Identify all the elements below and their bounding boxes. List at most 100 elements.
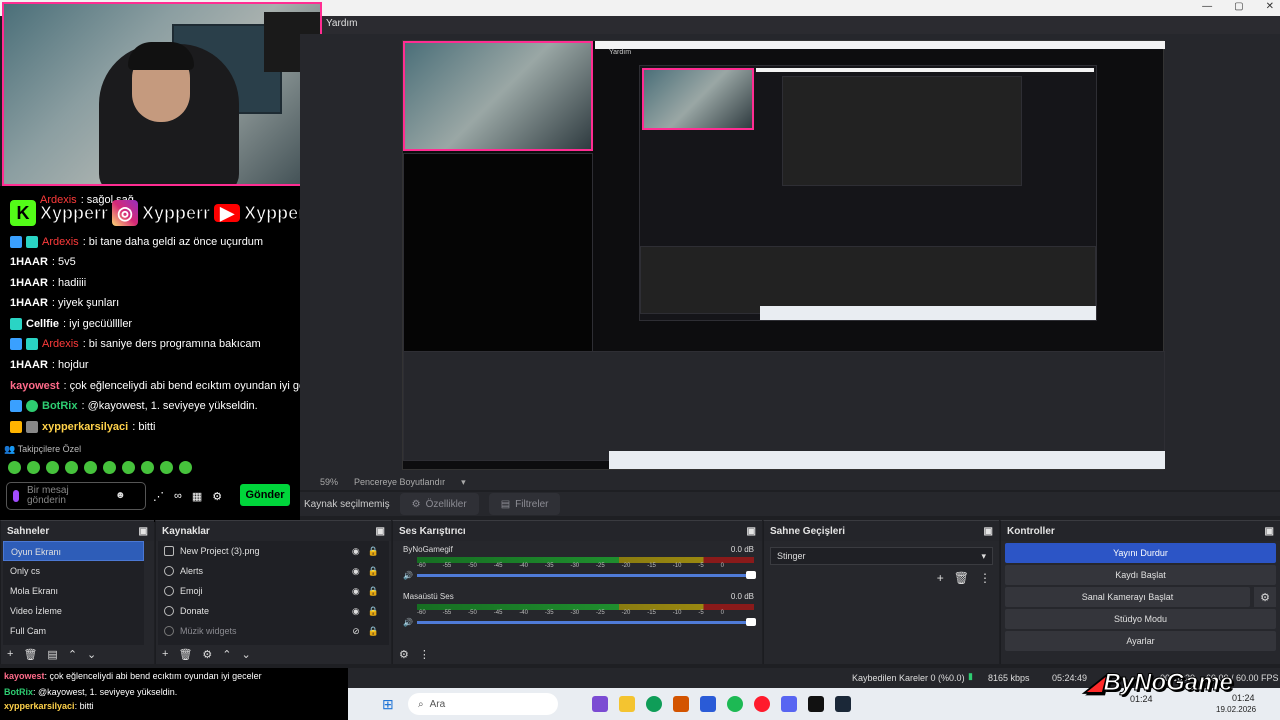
emote-icon[interactable]	[103, 461, 116, 474]
scene-item[interactable]: Only cs	[3, 561, 144, 581]
eye-icon[interactable]: ◉	[352, 586, 360, 597]
discord-icon[interactable]	[781, 696, 797, 712]
add-icon[interactable]: +	[162, 648, 168, 660]
source-item[interactable]: Alerts ◉ 🔒	[158, 561, 389, 581]
chevron-up-icon[interactable]: ⌃	[68, 648, 77, 661]
slider-handle[interactable]	[746, 618, 756, 626]
emote-icon[interactable]	[179, 461, 192, 474]
followers-only-label: 👥 Takipçilere Özel	[4, 444, 82, 454]
gear-icon[interactable]: ⚙	[212, 490, 222, 503]
minimize-button[interactable]: —	[1202, 1, 1212, 12]
spotify-icon[interactable]	[727, 696, 743, 712]
dock-menu-icon[interactable]: ▣	[1265, 526, 1274, 537]
more-icon[interactable]: ⋮	[419, 648, 430, 661]
gear-icon[interactable]: ⚙	[202, 648, 212, 661]
scene-item[interactable]: Full Cam	[3, 621, 144, 641]
gear-icon[interactable]: ⚙	[1254, 587, 1276, 607]
maximize-button[interactable]: ▢	[1234, 1, 1243, 12]
scene-item[interactable]: Mola Ekranı	[3, 581, 144, 601]
edge-icon[interactable]	[646, 696, 662, 712]
emoji-icon[interactable]: ☻	[115, 491, 126, 501]
emote-icon[interactable]	[46, 461, 59, 474]
store-icon[interactable]	[700, 696, 716, 712]
properties-button[interactable]: ⚙ Özellikler	[399, 493, 479, 515]
chat-user: 1HAAR	[10, 359, 48, 371]
emote-icon[interactable]	[160, 461, 173, 474]
capcut-icon[interactable]	[808, 696, 824, 712]
lock-icon[interactable]: 🔒	[368, 546, 379, 557]
lock-icon[interactable]: 🔒	[368, 586, 379, 597]
volume-slider[interactable]	[416, 618, 756, 626]
opera-icon[interactable]	[754, 696, 770, 712]
slider-handle[interactable]	[746, 571, 756, 579]
studio-mode-button[interactable]: Stüdyo Modu	[1005, 609, 1276, 629]
start-virtual-camera-button[interactable]: Sanal Kamerayı Başlat	[1005, 587, 1250, 607]
more-icon[interactable]: ⋮	[979, 571, 991, 585]
emote-icon[interactable]	[65, 461, 78, 474]
source-item[interactable]: Emoji ◉ 🔒	[158, 581, 389, 601]
start-record-button[interactable]: Kaydı Başlat	[1005, 565, 1276, 585]
share-icon[interactable]: ⋰	[153, 490, 164, 503]
chat-input[interactable]: Bir mesaj gönderin ☻	[6, 482, 146, 510]
store-icon[interactable]: ▦	[192, 490, 202, 503]
chevron-down-icon[interactable]: ⌄	[242, 648, 251, 661]
close-button[interactable]: ✕	[1266, 1, 1274, 12]
dock-menu-icon[interactable]: ▣	[747, 526, 756, 537]
steam-icon[interactable]	[835, 696, 851, 712]
filter-icon[interactable]: ▤	[47, 648, 57, 661]
folder-icon[interactable]	[619, 696, 635, 712]
gear-icon[interactable]: ⚙	[399, 648, 409, 661]
taskbar-search[interactable]: ⌕ Ara	[408, 693, 558, 715]
menubar: Yardım	[320, 16, 1280, 34]
source-item[interactable]: New Project (3).png ◉ 🔒	[158, 541, 389, 561]
dock-menu-icon[interactable]: ▣	[984, 526, 993, 537]
lock-icon[interactable]: 🔒	[368, 626, 379, 637]
settings-button[interactable]: Ayarlar	[1005, 631, 1276, 651]
chevron-down-icon[interactable]: ⌄	[87, 648, 96, 661]
stop-stream-button[interactable]: Yayını Durdur	[1005, 543, 1276, 563]
lock-icon[interactable]: 🔒	[368, 606, 379, 617]
transition-select[interactable]: Stinger ▾	[770, 547, 993, 565]
chevron-up-icon[interactable]: ⌃	[222, 648, 231, 661]
dock-menu-icon[interactable]: ▣	[376, 526, 385, 537]
scene-item[interactable]: Video İzleme	[3, 601, 144, 621]
source-item-hidden[interactable]: Müzik widgets ⊘ 🔒	[158, 621, 389, 641]
filters-button[interactable]: ▤ Filtreler	[488, 493, 561, 515]
emote-icon[interactable]	[122, 461, 135, 474]
mixer-channel: ByNoGamegif 0.0 dB -60 -55 -50 -45 -40 -35 -30…	[393, 541, 762, 580]
dock-menu-icon[interactable]: ▣	[139, 526, 148, 537]
window-controls: — ▢ ✕	[1202, 1, 1274, 12]
send-button[interactable]: Gönder	[240, 484, 290, 506]
speaker-icon[interactable]: 🔊	[403, 618, 413, 627]
emote-icon[interactable]	[27, 461, 40, 474]
add-icon[interactable]: +	[937, 571, 944, 585]
source-item[interactable]: Donate ◉ 🔒	[158, 601, 389, 621]
chevron-down-icon[interactable]: ▾	[461, 477, 466, 488]
zoom-level[interactable]: 59%	[320, 477, 338, 487]
windows-start-icon[interactable]: ⊞	[382, 696, 394, 713]
app-icon[interactable]	[592, 696, 608, 712]
eye-icon[interactable]: ◉	[352, 546, 360, 557]
trash-icon[interactable]: 🗑	[954, 571, 969, 585]
chat-message: BotRix: @kayowest, 1. seviyeye yükseldin…	[4, 687, 178, 697]
chat-message: Ardexis : bi saniye ders programına bakı…	[10, 338, 261, 350]
badge-icon	[10, 236, 22, 248]
volume-slider[interactable]	[416, 571, 756, 579]
eye-icon[interactable]: ◉	[352, 566, 360, 577]
trash-icon[interactable]: 🗑	[178, 648, 192, 661]
eye-icon[interactable]: ◉	[352, 606, 360, 617]
office-icon[interactable]	[673, 696, 689, 712]
add-icon[interactable]: +	[7, 648, 13, 660]
menu-help[interactable]: Yardım	[326, 18, 358, 29]
scene-item[interactable]: Oyun Ekranı	[3, 541, 144, 561]
globe-icon	[164, 566, 174, 576]
emote-icon[interactable]	[8, 461, 21, 474]
trash-icon[interactable]: 🗑	[23, 648, 37, 661]
emote-icon[interactable]	[84, 461, 97, 474]
zoom-mode[interactable]: Pencereye Boyutlandır	[354, 477, 445, 487]
lock-icon[interactable]: 🔒	[368, 566, 379, 577]
search-icon: ⌕	[418, 698, 424, 710]
emote-icon[interactable]	[141, 461, 154, 474]
speaker-icon[interactable]: 🔊	[403, 571, 413, 580]
eye-off-icon[interactable]: ⊘	[352, 626, 360, 637]
